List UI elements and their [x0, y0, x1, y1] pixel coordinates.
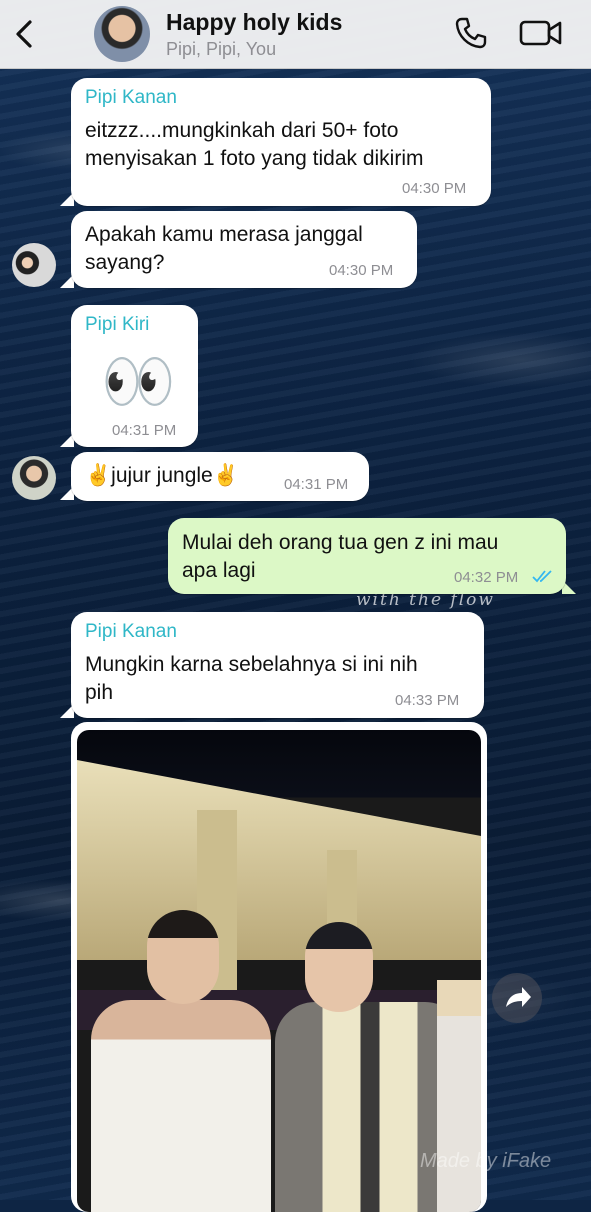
chat-header: Happy holy kids Pipi, Pipi, You — [0, 0, 591, 69]
photo-message-bubble[interactable] — [71, 722, 487, 1212]
message-bubble-outgoing[interactable]: Mulai deh orang tua gen z ini mau apa la… — [168, 518, 566, 594]
photo-bridge-structure — [77, 760, 481, 960]
message-time: 04:32 PM — [454, 569, 519, 586]
message-text: ✌️jujur jungle✌️ — [85, 464, 239, 487]
message-bubble[interactable]: ✌️jujur jungle✌️ 04:31 PM — [71, 452, 369, 501]
message-text: Mungkin karna sebelahnya si ini nih pih — [85, 653, 418, 704]
photo-person-background — [437, 980, 481, 1212]
forward-button[interactable] — [492, 973, 542, 1023]
chat-participants[interactable]: Pipi, Pipi, You — [166, 39, 276, 60]
message-time: 04:31 PM — [112, 422, 177, 439]
sender-name: Pipi Kanan — [85, 87, 177, 108]
sender-avatar[interactable] — [12, 456, 56, 500]
phone-call-icon[interactable] — [454, 16, 488, 50]
message-time: 04:33 PM — [395, 692, 460, 709]
photo-person-left-head — [147, 910, 219, 1004]
eyes-emoji: 👀 — [101, 348, 176, 415]
message-bubble[interactable]: Pipi Kiri 👀 04:31 PM — [71, 305, 198, 447]
message-time: 04:30 PM — [402, 180, 467, 197]
sender-avatar[interactable] — [12, 243, 56, 287]
message-text: eitzzz....mungkinkah dari 50+ foto menyi… — [85, 119, 424, 170]
message-text: Apakah kamu merasa janggal sayang? — [85, 223, 363, 274]
sender-name: Pipi Kanan — [85, 621, 177, 642]
message-text: Mulai deh orang tua gen z ini mau apa la… — [182, 531, 499, 582]
video-call-icon[interactable] — [519, 18, 563, 48]
message-bubble[interactable]: Apakah kamu merasa janggal sayang? 04:30… — [71, 211, 417, 288]
double-check-read-icon — [532, 570, 552, 583]
photo-person-left — [91, 1000, 271, 1212]
message-time: 04:31 PM — [284, 476, 349, 493]
message-bubble[interactable]: Pipi Kanan eitzzz....mungkinkah dari 50+… — [71, 78, 491, 206]
chat-title[interactable]: Happy holy kids — [166, 9, 342, 36]
photo-person-right-head — [305, 922, 373, 1012]
forward-arrow-icon — [506, 987, 531, 1007]
watermark-text: Made by iFake — [420, 1150, 552, 1172]
group-avatar[interactable] — [94, 6, 150, 62]
sender-name: Pipi Kiri — [85, 314, 150, 335]
shared-photo[interactable] — [77, 730, 481, 1212]
message-bubble[interactable]: Pipi Kanan Mungkin karna sebelahnya si i… — [71, 612, 484, 718]
message-time: 04:30 PM — [329, 262, 394, 279]
back-chevron-icon[interactable] — [10, 18, 38, 50]
